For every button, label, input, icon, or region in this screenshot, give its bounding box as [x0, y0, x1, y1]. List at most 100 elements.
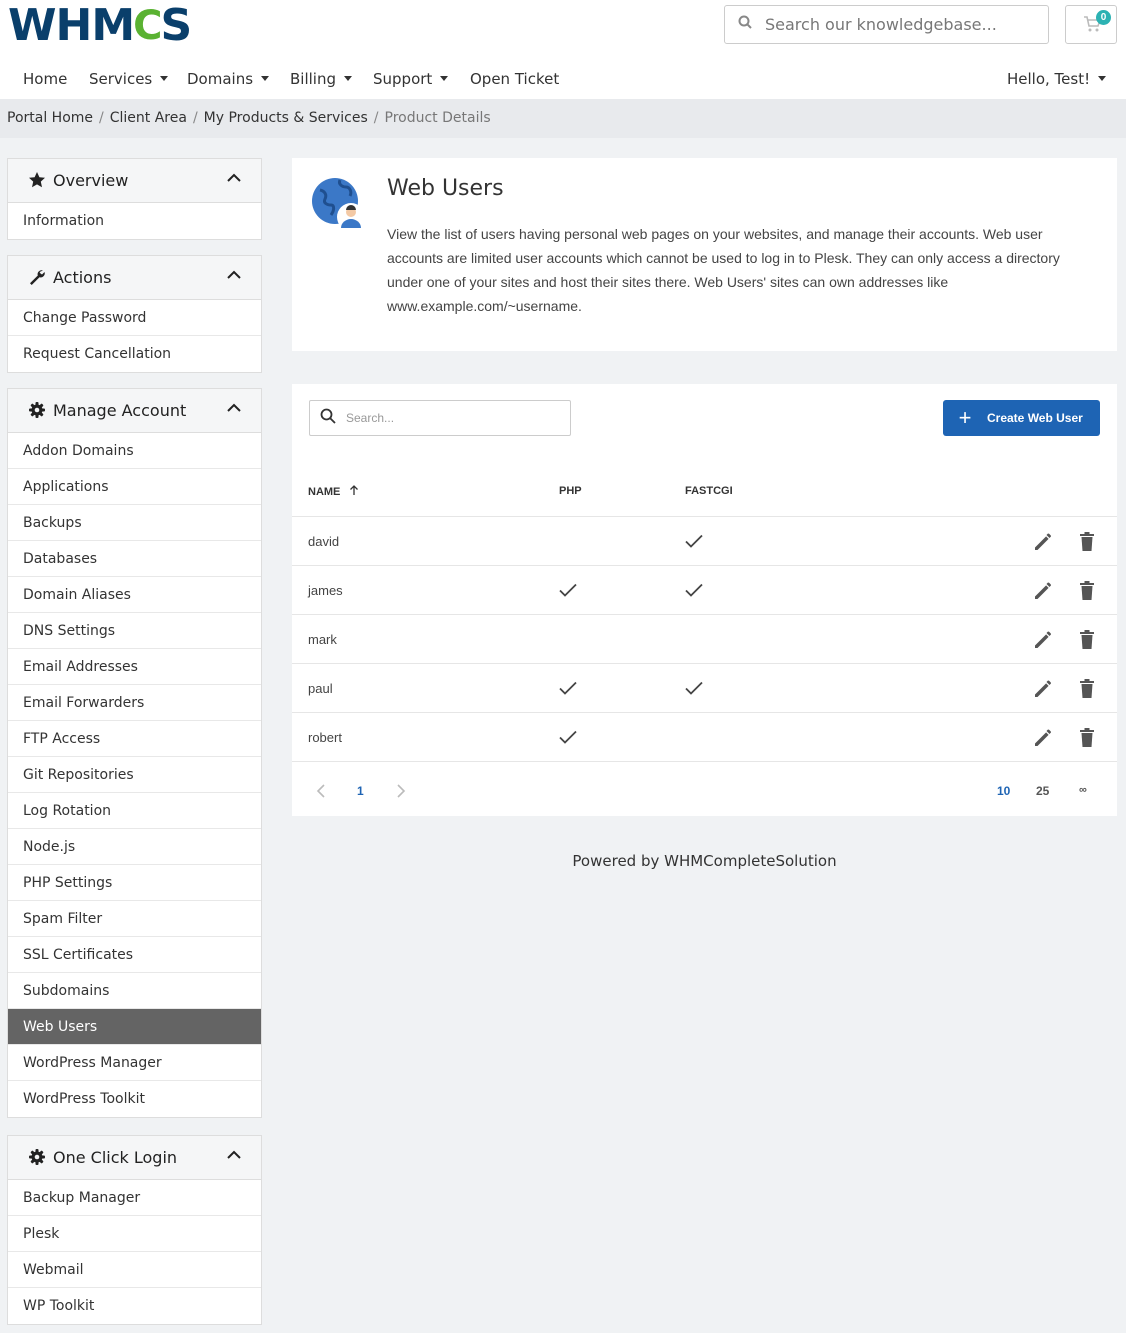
panel-header-manage-account[interactable]: Manage Account [8, 389, 261, 433]
panel-header-overview[interactable]: Overview [8, 159, 261, 203]
edit-pencil-icon[interactable] [1032, 531, 1054, 553]
sidebar-item-node-js[interactable]: Node.js [8, 829, 261, 865]
table-row: robert [292, 712, 1117, 761]
fastcgi-check-icon [685, 534, 703, 548]
cart-count-badge: 0 [1096, 10, 1111, 25]
sidebar-item-email-forwarders[interactable]: Email Forwarders [8, 685, 261, 721]
web-user-name: paul [308, 681, 333, 696]
sidebar-item-git-repositories[interactable]: Git Repositories [8, 757, 261, 793]
caret-down-icon [261, 76, 270, 81]
table-search-input[interactable] [346, 411, 556, 425]
chevron-left-icon[interactable] [316, 784, 326, 798]
sort-arrow-up-icon [350, 485, 359, 495]
sidebar-item-log-rotation[interactable]: Log Rotation [8, 793, 261, 829]
column-header-fastcgi[interactable]: FASTCGI [685, 485, 733, 497]
sidebar-item-php-settings[interactable]: PHP Settings [8, 865, 261, 901]
panel-header-actions[interactable]: Actions [8, 256, 261, 300]
nav-domains[interactable]: Domains [187, 70, 270, 88]
breadcrumb-client-area[interactable]: Client Area [110, 110, 187, 126]
table-row: james [292, 565, 1117, 614]
column-header-name[interactable]: NAME [308, 485, 359, 498]
search-icon [310, 408, 346, 429]
sidebar-item-plesk[interactable]: Plesk [8, 1216, 261, 1252]
breadcrumb-portal-home[interactable]: Portal Home [7, 110, 93, 126]
panel-title: Manage Account [53, 401, 187, 420]
delete-trash-icon[interactable] [1077, 531, 1097, 553]
chevron-up-icon[interactable] [227, 173, 241, 183]
sidebar-item-ftp-access[interactable]: FTP Access [8, 721, 261, 757]
sidebar-item-web-users[interactable]: Web Users [8, 1009, 261, 1045]
sidebar-item-backup-manager[interactable]: Backup Manager [8, 1180, 261, 1216]
knowledgebase-search [724, 5, 1049, 44]
nav-support[interactable]: Support [373, 70, 449, 88]
plus-icon: + [958, 405, 972, 430]
nav-home[interactable]: Home [23, 70, 67, 88]
page-size-10[interactable]: 10 [997, 784, 1010, 798]
sidebar-panel-manage-account: Manage Account Addon Domains Applications… [7, 388, 262, 1118]
sidebar-item-applications[interactable]: Applications [8, 469, 261, 505]
sidebar-item-webmail[interactable]: Webmail [8, 1252, 261, 1288]
sidebar-panel-one-click-login: One Click Login Backup Manager Plesk Webma… [7, 1135, 262, 1325]
sidebar-item-addon-domains[interactable]: Addon Domains [8, 433, 261, 469]
breadcrumb-my-products[interactable]: My Products & Services [204, 110, 368, 126]
caret-down-icon [1098, 76, 1107, 81]
sidebar-item-backups[interactable]: Backups [8, 505, 261, 541]
page-title: Web Users [387, 176, 504, 201]
cart-button[interactable]: 0 [1065, 5, 1117, 44]
edit-pencil-icon[interactable] [1032, 629, 1054, 651]
table-pagination: 1 10 25 ∞ [292, 761, 1117, 816]
breadcrumb-current: Product Details [384, 110, 491, 126]
sidebar-panel-overview: Overview Information [7, 158, 262, 240]
panel-header-one-click-login[interactable]: One Click Login [8, 1136, 261, 1180]
edit-pencil-icon[interactable] [1032, 580, 1054, 602]
sidebar-item-spam-filter[interactable]: Spam Filter [8, 901, 261, 937]
table-row: david [292, 516, 1117, 565]
page-number-current[interactable]: 1 [357, 784, 364, 798]
knowledgebase-search-input[interactable] [765, 15, 1035, 34]
footer-powered-by: Powered by WHMCompleteSolution [572, 852, 837, 870]
sidebar-item-subdomains[interactable]: Subdomains [8, 973, 261, 1009]
nav-billing[interactable]: Billing [290, 70, 352, 88]
page-size-all[interactable]: ∞ [1079, 784, 1087, 796]
create-web-user-button[interactable]: + Create Web User [943, 400, 1100, 436]
sidebar-item-dns-settings[interactable]: DNS Settings [8, 613, 261, 649]
sidebar-item-request-cancellation[interactable]: Request Cancellation [8, 336, 261, 372]
chevron-up-icon[interactable] [227, 1150, 241, 1160]
sidebar-item-wordpress-manager[interactable]: WordPress Manager [8, 1045, 261, 1081]
sidebar-item-wp-toolkit[interactable]: WP Toolkit [8, 1288, 261, 1324]
sidebar-item-databases[interactable]: Databases [8, 541, 261, 577]
panel-title: Actions [53, 268, 112, 287]
sidebar-panel-actions: Actions Change Password Request Cancella… [7, 255, 262, 373]
nav-open-ticket[interactable]: Open Ticket [470, 70, 559, 88]
chevron-up-icon[interactable] [227, 270, 241, 280]
globe-user-icon [312, 178, 365, 231]
breadcrumb: Portal Home / Client Area / My Products & Se… [0, 99, 1126, 138]
table-row: mark [292, 614, 1117, 663]
sidebar-item-information[interactable]: Information [8, 203, 261, 239]
delete-trash-icon[interactable] [1077, 678, 1097, 700]
logo-text-suffix: S [160, 0, 193, 51]
site-header: WHMCS 0 Home Services Domains Billing Su… [0, 0, 1126, 99]
sidebar-item-ssl-certificates[interactable]: SSL Certificates [8, 937, 261, 973]
column-header-php[interactable]: PHP [559, 485, 582, 497]
create-web-user-label: Create Web User [987, 411, 1083, 425]
delete-trash-icon[interactable] [1077, 580, 1097, 602]
chevron-right-icon[interactable] [396, 784, 406, 798]
php-check-icon [559, 730, 577, 744]
sidebar-item-wordpress-toolkit[interactable]: WordPress Toolkit [8, 1081, 261, 1117]
edit-pencil-icon[interactable] [1032, 678, 1054, 700]
chevron-up-icon[interactable] [227, 403, 241, 413]
php-check-icon [559, 681, 577, 695]
web-user-name: james [308, 583, 343, 598]
delete-trash-icon[interactable] [1077, 727, 1097, 749]
table-search [309, 400, 571, 436]
delete-trash-icon[interactable] [1077, 629, 1097, 651]
edit-pencil-icon[interactable] [1032, 727, 1054, 749]
page-size-25[interactable]: 25 [1036, 784, 1049, 798]
sidebar-item-domain-aliases[interactable]: Domain Aliases [8, 577, 261, 613]
sidebar-item-email-addresses[interactable]: Email Addresses [8, 649, 261, 685]
whmcs-logo[interactable]: WHM C S [8, 0, 193, 51]
nav-user-menu[interactable]: Hello, Test! [1007, 70, 1107, 88]
nav-services[interactable]: Services [89, 70, 169, 88]
sidebar-item-change-password[interactable]: Change Password [8, 300, 261, 336]
